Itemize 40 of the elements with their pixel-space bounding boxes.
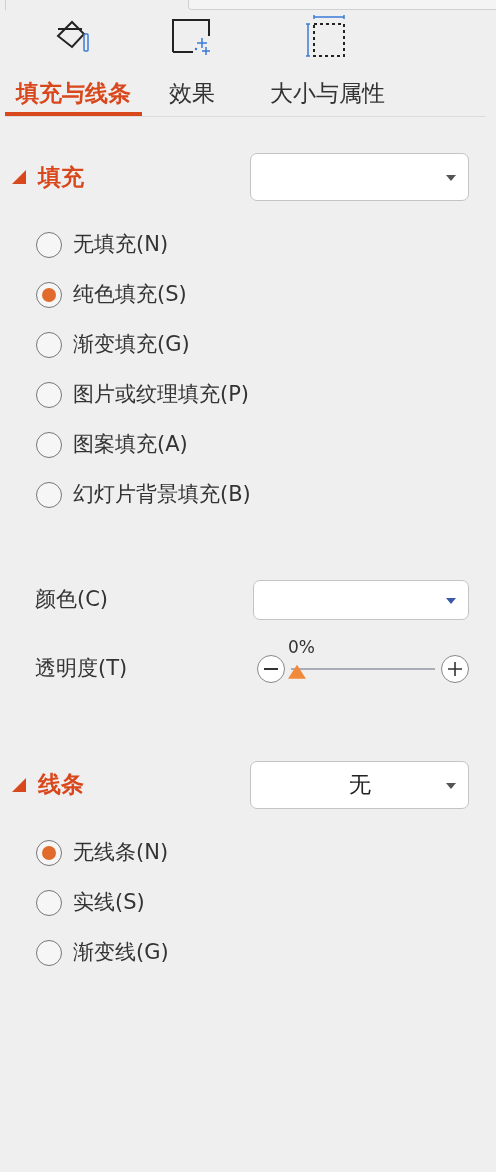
radio-button[interactable]	[36, 939, 62, 966]
decrease-button[interactable]	[257, 654, 285, 683]
tab[interactable]: 效果	[142, 74, 242, 116]
size-frame-icon	[306, 14, 348, 58]
radio-button[interactable]	[36, 889, 62, 916]
color-dropdown[interactable]	[253, 580, 469, 620]
slider-value: 0%	[288, 635, 315, 659]
field-label: 透明度(T)	[35, 655, 128, 682]
section-header[interactable]: 填充	[12, 159, 84, 195]
radio-option[interactable]: 纯色填充(S)	[36, 270, 496, 320]
radio-button[interactable]	[36, 432, 62, 458]
field-label: 颜色(C)	[35, 586, 109, 614]
radio-button[interactable]	[36, 332, 62, 358]
radio-button[interactable]	[36, 232, 62, 258]
radio-button[interactable]	[36, 482, 62, 508]
radio-button[interactable]	[36, 282, 62, 308]
radio-option[interactable]: 渐变线(G)	[36, 927, 496, 978]
radio-option[interactable]: 无线条(N)	[36, 827, 496, 878]
radio-option[interactable]: 幻灯片背景填充(B)	[36, 470, 496, 520]
expanded-triangle-icon	[12, 170, 26, 184]
plus-icon	[448, 661, 462, 676]
section-header[interactable]: 线条	[12, 767, 84, 802]
dropdown[interactable]: 无	[250, 760, 469, 809]
radio-option[interactable]: 渐变填充(G)	[36, 320, 496, 370]
radio-option[interactable]: 图案填充(A)	[36, 420, 496, 470]
dropdown-arrow-icon	[446, 782, 456, 789]
slider-track[interactable]	[291, 664, 435, 681]
radio-option[interactable]: 无填充(N)	[36, 220, 496, 270]
tab[interactable]: 填充与线条	[5, 74, 142, 116]
radio-option[interactable]: 图片或纹理填充(P)	[36, 370, 496, 420]
dropdown-arrow-icon	[446, 598, 456, 604]
radio-option[interactable]: 实线(S)	[36, 877, 496, 928]
increase-button[interactable]	[441, 654, 469, 683]
expanded-triangle-icon	[12, 777, 26, 792]
radio-button[interactable]	[36, 839, 62, 866]
radio-button[interactable]	[36, 382, 62, 408]
minus-icon	[264, 667, 278, 670]
dropdown-arrow-icon	[446, 175, 456, 181]
shape-effects-icon	[171, 16, 213, 56]
tab[interactable]: 大小与属性	[242, 74, 412, 116]
